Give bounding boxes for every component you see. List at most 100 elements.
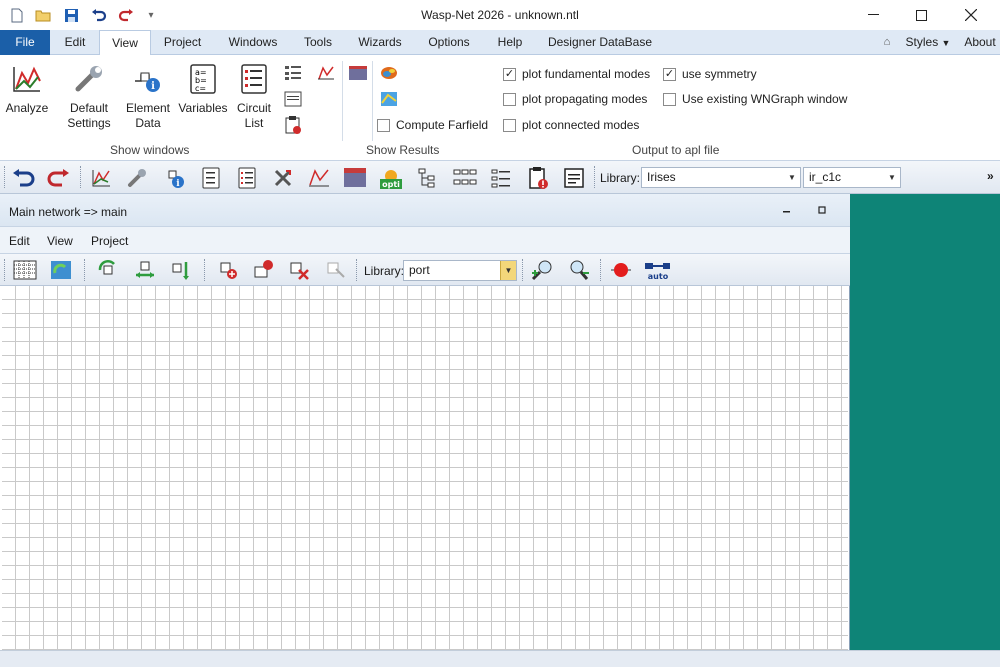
zoom-out-icon[interactable]: [566, 257, 592, 283]
chevron-down-icon[interactable]: ▼: [784, 168, 800, 187]
grid-icon[interactable]: [12, 257, 38, 283]
tab-project[interactable]: Project: [155, 30, 210, 55]
refresh-layout-icon[interactable]: [48, 257, 74, 283]
element-info-icon: i: [130, 61, 166, 97]
tab-windows[interactable]: Windows: [220, 30, 286, 55]
field-plot-icon[interactable]: [379, 89, 399, 109]
tab-edit[interactable]: Edit: [55, 30, 95, 55]
rotate-element-icon[interactable]: [96, 257, 122, 283]
maximize-button[interactable]: [898, 0, 944, 30]
chevron-down-icon[interactable]: ▼: [884, 168, 900, 187]
use-symmetry-label: use symmetry: [682, 67, 757, 81]
minimize-button[interactable]: [850, 0, 896, 30]
default-settings-label-2: Settings: [67, 116, 111, 130]
wnview-icon[interactable]: [348, 63, 368, 83]
toolbar-grip[interactable]: [4, 259, 7, 281]
compute-farfield-box[interactable]: [377, 118, 390, 132]
subwindow-menu-edit[interactable]: Edit: [9, 234, 30, 248]
use-symmetry-checkbox[interactable]: ✓ use symmetry: [663, 67, 757, 81]
tab-view[interactable]: View: [99, 30, 151, 56]
chevron-down-icon[interactable]: ▼: [500, 261, 516, 280]
tab-options[interactable]: Options: [420, 30, 478, 55]
plot-propagating-modes-box[interactable]: [503, 92, 516, 106]
tab-wizards[interactable]: Wizards: [350, 30, 410, 55]
use-symmetry-box[interactable]: ✓: [663, 67, 676, 81]
tab-tools[interactable]: Tools: [297, 30, 339, 55]
record-icon[interactable]: [608, 257, 634, 283]
plot-connected-modes-checkbox[interactable]: plot connected modes: [503, 118, 639, 132]
delete-element-icon[interactable]: [287, 257, 313, 283]
pattern-plot-icon[interactable]: [316, 63, 336, 83]
styles-label: Styles: [905, 35, 939, 49]
use-existing-wngraph-checkbox[interactable]: Use existing WNGraph window: [663, 92, 847, 106]
color-map-icon[interactable]: [379, 63, 399, 83]
tab-designer-database[interactable]: Designer DataBase: [540, 30, 660, 55]
analyze-icon: [9, 61, 45, 97]
plot-fundamental-modes-box[interactable]: ✓: [503, 67, 516, 81]
about-menu[interactable]: About: [960, 30, 1000, 55]
hierarchy-icon[interactable]: [414, 165, 440, 191]
element-info-icon[interactable]: i: [162, 165, 188, 191]
window-list-icon[interactable]: [561, 165, 587, 191]
redo-icon[interactable]: [45, 165, 71, 191]
subwindow-minimize-button[interactable]: [780, 202, 794, 216]
zoom-in-icon[interactable]: [530, 257, 556, 283]
grid-list-icon[interactable]: [452, 165, 478, 191]
plot-propagating-modes-checkbox[interactable]: plot propagating modes: [503, 92, 647, 106]
use-existing-wngraph-box[interactable]: [663, 92, 676, 106]
toolbar-overflow-icon[interactable]: »: [987, 169, 994, 183]
disabled-element-icon[interactable]: [323, 257, 349, 283]
minimize-ribbon-icon[interactable]: ⌂: [880, 30, 894, 55]
plot-connected-modes-box[interactable]: [503, 118, 516, 132]
subwindow-library-select[interactable]: port ▼: [403, 260, 517, 281]
toolbar-grip[interactable]: [4, 166, 7, 188]
toolbar-grip[interactable]: [356, 259, 359, 281]
library-select-value: Irises: [647, 170, 676, 184]
tab-help[interactable]: Help: [488, 30, 532, 55]
circuit-list-icon[interactable]: [234, 165, 260, 191]
styles-menu[interactable]: Styles ▼: [900, 30, 956, 55]
toolbar-separator: [84, 259, 87, 281]
tab-file[interactable]: File: [0, 30, 50, 55]
edit-element-icon[interactable]: [251, 257, 277, 283]
compute-farfield-label: Compute Farfield: [396, 118, 489, 132]
clipboard-error-icon[interactable]: [525, 165, 551, 191]
wnview-icon[interactable]: [342, 165, 368, 191]
element-data-button[interactable]: i Element Data: [122, 61, 174, 131]
subwindow-library-label: Library:: [364, 264, 405, 278]
use-existing-wngraph-label: Use existing WNGraph window: [682, 92, 848, 106]
close-button[interactable]: [948, 0, 994, 30]
opti-icon[interactable]: opti: [378, 165, 404, 191]
window-list-icon[interactable]: [283, 89, 303, 109]
network-canvas[interactable]: [2, 286, 848, 650]
undo-icon[interactable]: [11, 165, 37, 191]
plot-fundamental-modes-checkbox[interactable]: ✓ plot fundamental modes: [503, 67, 650, 81]
subwindow-menu-project[interactable]: Project: [91, 234, 128, 248]
auto-route-icon[interactable]: auto: [644, 257, 670, 283]
subwindow-maximize-button[interactable]: [815, 202, 829, 216]
element-select[interactable]: ir_c1c ▼: [803, 167, 901, 188]
pattern-plot-icon[interactable]: [306, 165, 332, 191]
variables-icon[interactable]: [198, 165, 224, 191]
tree-list-icon[interactable]: [488, 165, 514, 191]
flip-horizontal-icon[interactable]: [132, 257, 158, 283]
wrench-icon[interactable]: [124, 165, 150, 191]
toolbar-grip[interactable]: [594, 166, 597, 188]
ribbon-panel: Analyze Default Settings i Element Data …: [0, 55, 1000, 161]
clipboard-error-icon[interactable]: [283, 115, 303, 135]
flip-vertical-icon[interactable]: [168, 257, 194, 283]
tree-list-icon[interactable]: [283, 63, 303, 83]
analyze-button[interactable]: Analyze: [4, 61, 50, 116]
circuit-list-button[interactable]: Circuit List: [232, 61, 276, 131]
subwindow-menu-view[interactable]: View: [47, 234, 73, 248]
tools-icon[interactable]: [270, 165, 296, 191]
variables-label: Variables: [178, 101, 228, 115]
element-data-label-1: Element: [125, 101, 171, 115]
add-element-icon[interactable]: [215, 257, 241, 283]
library-select[interactable]: Irises ▼: [641, 167, 801, 188]
default-settings-button[interactable]: Default Settings: [62, 61, 116, 131]
circuit-list-label-2: List: [244, 116, 264, 130]
variables-button[interactable]: a= b= c= Variables: [176, 61, 230, 116]
compute-farfield-checkbox[interactable]: Compute Farfield: [377, 118, 488, 132]
analyze-icon[interactable]: [88, 165, 114, 191]
